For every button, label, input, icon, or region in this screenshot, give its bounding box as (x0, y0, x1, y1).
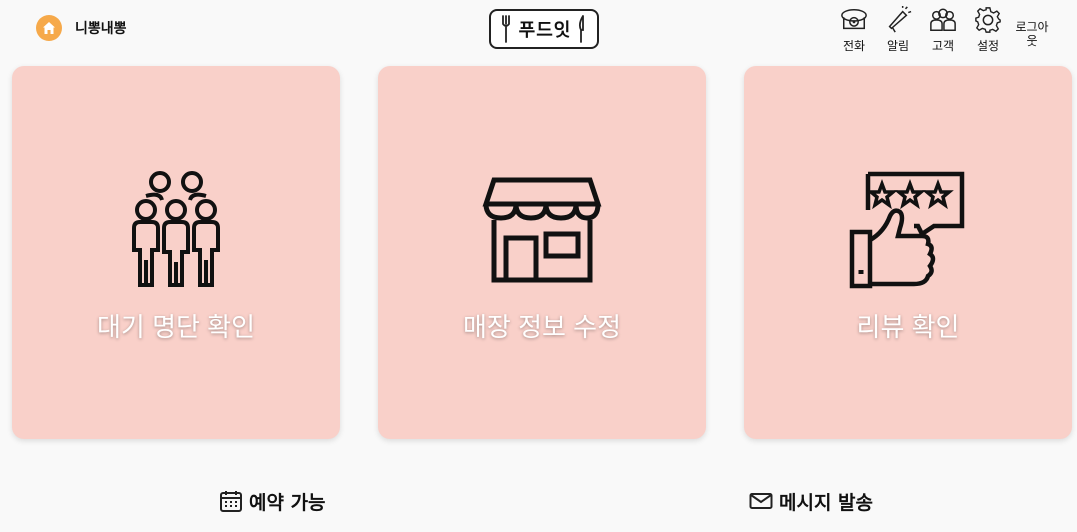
users-icon (930, 8, 956, 32)
storefront-icon (482, 177, 602, 283)
nav-customers-label: 고객 (931, 39, 955, 53)
knife-icon (579, 15, 585, 43)
app-logo[interactable]: 푸드잇 (489, 9, 599, 49)
home-icon (43, 22, 55, 34)
calendar-icon (220, 491, 242, 512)
gear-icon (975, 7, 1001, 33)
nav-phone[interactable]: 전화 (834, 6, 874, 54)
reservation-label: 예약 가능 (249, 491, 326, 514)
people-group-icon (132, 171, 220, 287)
fork-icon (501, 15, 510, 43)
telephone-icon (841, 8, 867, 30)
store-name: 니뽕내뽕 (75, 21, 127, 37)
nav-settings[interactable]: 설정 (968, 6, 1008, 54)
megaphone-icon (888, 6, 912, 33)
reviews-card[interactable]: 리뷰 확인 (744, 66, 1072, 439)
reservation-toggle[interactable]: 예약 가능 (219, 486, 326, 516)
waitlist-card[interactable]: 대기 명단 확인 (12, 66, 340, 439)
logo-text: 푸드잇 (518, 20, 572, 41)
nav-alarm-label: 알림 (886, 39, 910, 53)
nav-customers[interactable]: 고객 (923, 6, 963, 54)
logout-button[interactable]: 로그아웃 (1012, 20, 1052, 48)
app-header: 니뽕내뽕 푸드잇 전화 알림 고객 설정 로그아웃 (0, 0, 1077, 58)
store-info-card-title: 매장 정보 수정 (463, 312, 621, 342)
envelope-icon (749, 493, 773, 509)
nav-alarm[interactable]: 알림 (878, 6, 918, 54)
send-message-button[interactable]: 메시지 발송 (749, 486, 873, 516)
home-button[interactable] (36, 15, 62, 41)
store-info-card[interactable]: 매장 정보 수정 (378, 66, 706, 439)
send-message-label: 메시지 발송 (779, 491, 874, 514)
waitlist-card-title: 대기 명단 확인 (97, 312, 255, 342)
nav-phone-label: 전화 (842, 39, 866, 53)
thumbs-up-review-icon (849, 171, 965, 289)
reviews-card-title: 리뷰 확인 (856, 312, 960, 342)
nav-settings-label: 설정 (976, 39, 1000, 53)
